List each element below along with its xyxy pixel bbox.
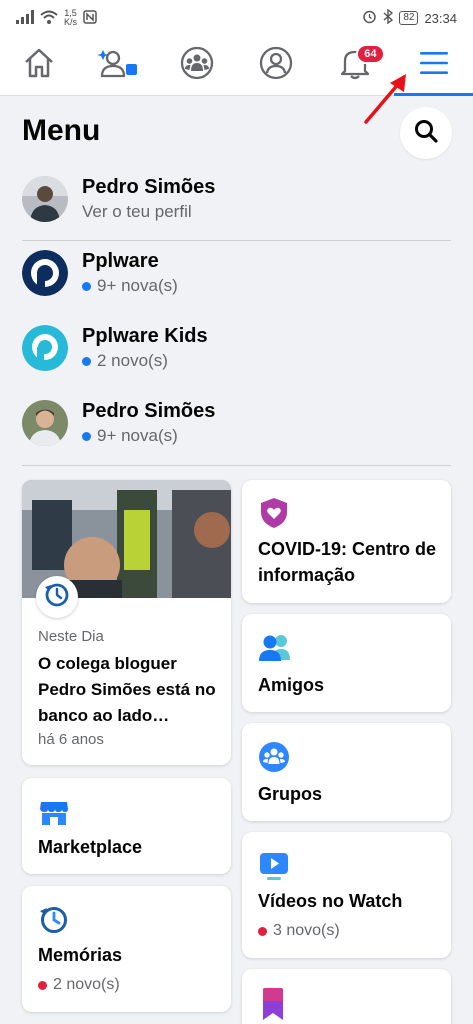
page-activity: 2 novo(s) (82, 351, 208, 371)
shortcut-friends[interactable]: Amigos (242, 614, 451, 712)
shortcut-label: Grupos (258, 784, 323, 804)
shortcut-groups[interactable]: Grupos (242, 723, 451, 821)
tab-friends[interactable] (79, 36, 158, 95)
shortcut-label: Marketplace (38, 837, 143, 857)
shortcut-activity-text: 3 novo(s) (273, 922, 340, 939)
tab-profile[interactable] (236, 36, 315, 95)
pplware-logo-icon (22, 250, 68, 296)
unread-dot (82, 281, 91, 291)
shortcut-label: Memórias (38, 945, 123, 965)
shortcut-activity: 3 novo(s) (258, 922, 340, 940)
speed-unit: K/s (64, 17, 78, 27)
page-name: Pedro Simões (82, 400, 216, 422)
page-title: Menu (22, 114, 101, 147)
search-icon (413, 118, 439, 149)
on-this-day-card[interactable]: Neste Dia O colega bloguer Pedro Simões … (22, 480, 231, 765)
clock: 23:34 (424, 10, 457, 26)
hamburger-menu-icon (418, 49, 450, 82)
unread-dot (82, 431, 91, 441)
shortcut-activity-text: 2 novo(s) (53, 976, 120, 993)
memory-kicker: Neste Dia (38, 628, 104, 645)
bluetooth-icon (383, 8, 394, 27)
list-item-page-pplware-kids[interactable]: Pplware Kids 2 novo(s) (22, 325, 452, 371)
avatar (22, 176, 68, 222)
list-item-page-pedro[interactable]: Pedro Simões 9+ nova(s) (22, 400, 452, 446)
memory-time: há 6 anos (38, 731, 104, 748)
network-speed: 1,5 K/s (64, 9, 77, 27)
list-item-page-pplware[interactable]: Pplware 9+ nova(s) (22, 250, 452, 296)
page-activity-text: 9+ nova(s) (97, 276, 178, 295)
shortcut-watch[interactable]: Vídeos no Watch 3 novo(s) (242, 832, 451, 958)
unread-dot (82, 356, 91, 366)
shortcut-label: Amigos (258, 675, 325, 695)
nfc-icon (83, 9, 97, 27)
pplware-kids-logo-icon (22, 325, 68, 371)
groups-icon (258, 741, 290, 778)
groups-nav-icon (179, 45, 215, 86)
page-name: Pplware (82, 250, 159, 272)
battery-level: 82 (399, 11, 419, 25)
unread-dot (258, 926, 267, 936)
profile-row[interactable]: Pedro Simões Ver o teu perfil (22, 176, 452, 222)
avatar (22, 400, 68, 446)
notifications-badge: 64 (356, 44, 385, 64)
clock-icon (38, 904, 70, 941)
shortcut-label: COVID-19: Centro de informação (258, 539, 437, 585)
memory-title: O colega bloguer Pedro Simões está no ba… (38, 654, 216, 725)
clock-history-icon (43, 581, 71, 614)
alarm-icon (362, 9, 377, 27)
wifi-icon (40, 10, 58, 27)
friends-new-icon (97, 46, 139, 85)
shortcut-saved[interactable] (242, 969, 451, 1024)
bookmark-icon (260, 987, 286, 1024)
profile-name: Pedro Simões (82, 176, 216, 198)
page-activity: 9+ nova(s) (82, 426, 215, 446)
friends-icon (258, 632, 292, 667)
profile-icon (258, 45, 294, 86)
status-bar: 1,5 K/s 82 23:34 (0, 0, 473, 36)
shortcut-label: Vídeos no Watch (258, 891, 403, 911)
shop-icon (38, 796, 70, 833)
unread-dot (38, 980, 47, 990)
profile-subtitle: Ver o teu perfil (82, 202, 192, 221)
shortcut-covid-info[interactable]: COVID-19: Centro de informação (242, 480, 451, 603)
page-activity-text: 9+ nova(s) (97, 426, 178, 445)
shortcut-activity: 2 novo(s) (38, 976, 120, 994)
page-activity: 9+ nova(s) (82, 276, 178, 296)
divider (22, 240, 451, 241)
tab-groups[interactable] (158, 36, 237, 95)
heart-shield-icon (258, 496, 290, 535)
page-activity-text: 2 novo(s) (97, 351, 168, 370)
divider (22, 465, 451, 466)
page-name: Pplware Kids (82, 325, 208, 347)
home-icon (22, 46, 56, 85)
shortcut-marketplace[interactable]: Marketplace (22, 778, 231, 874)
signal-icon (16, 9, 34, 27)
shortcut-memories[interactable]: Memórias 2 novo(s) (22, 886, 231, 1012)
tab-home[interactable] (0, 36, 79, 95)
watch-icon (258, 850, 290, 887)
search-button[interactable] (400, 107, 452, 159)
memories-badge (36, 576, 78, 618)
